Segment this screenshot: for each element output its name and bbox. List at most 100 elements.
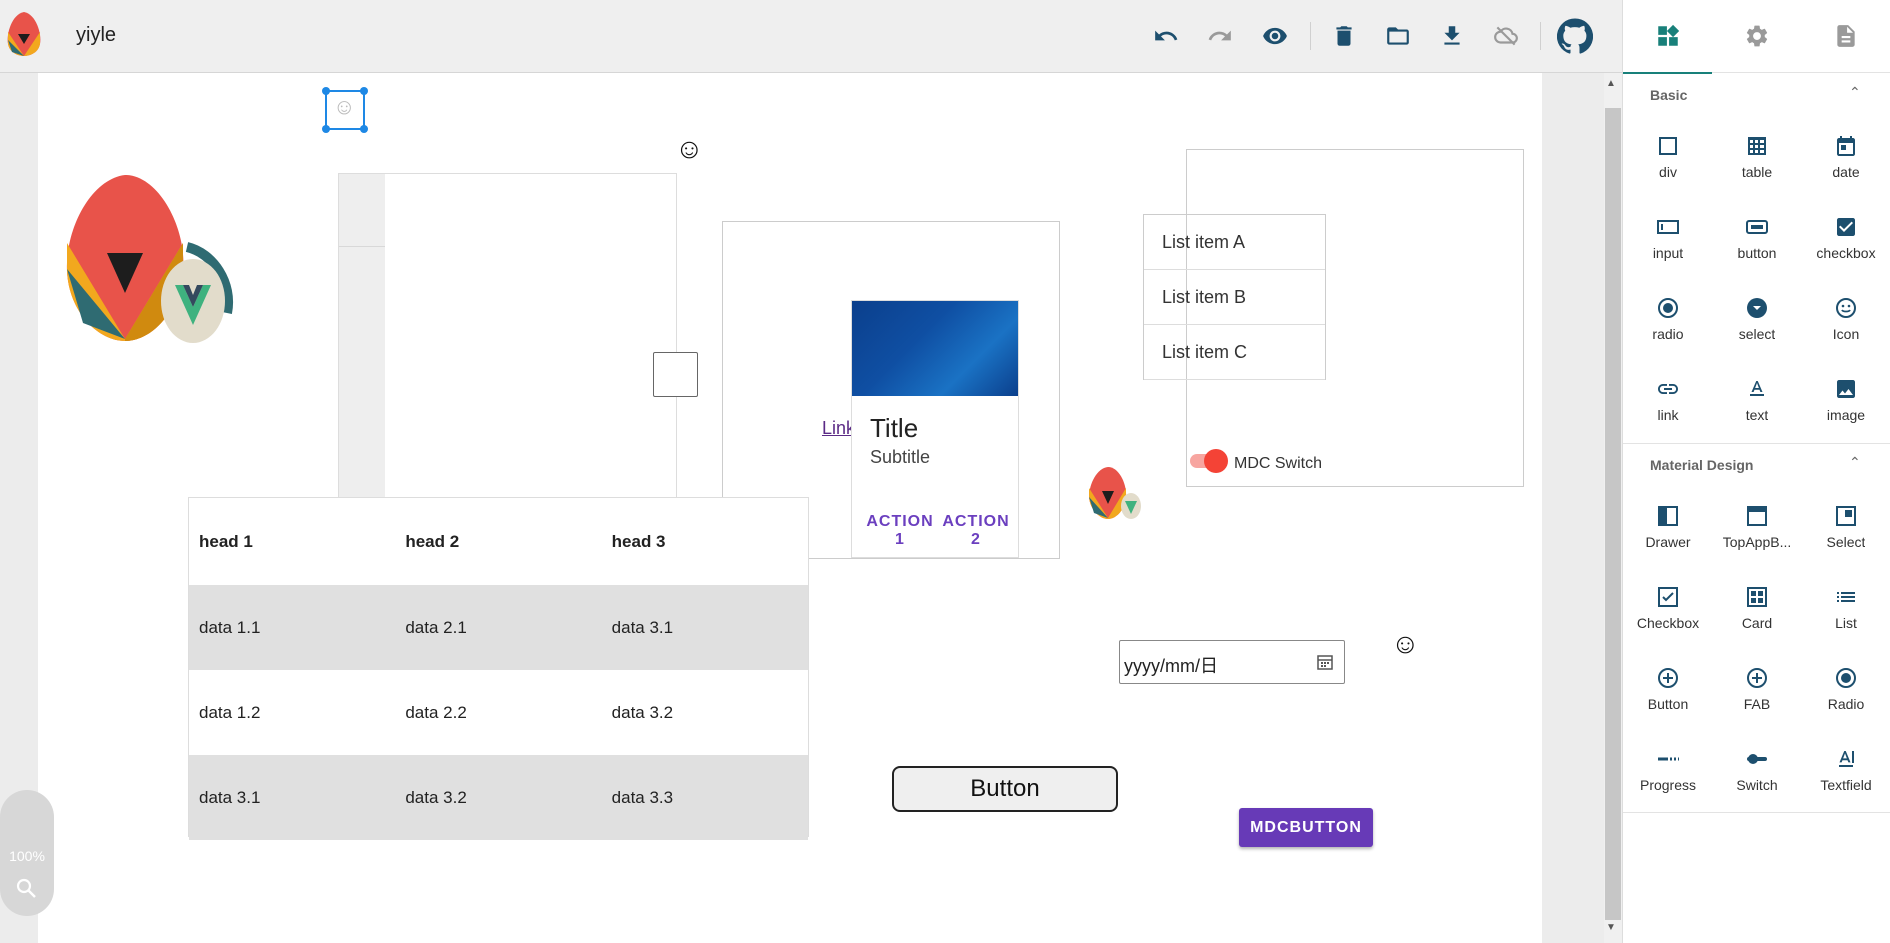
component-mdc-select[interactable]: Select	[1801, 504, 1890, 572]
download-icon[interactable]	[1438, 22, 1466, 50]
page-icon	[1836, 25, 1855, 47]
component-date[interactable]: date	[1801, 134, 1890, 202]
components-icon	[1657, 24, 1679, 46]
tab-page[interactable]	[1801, 0, 1890, 73]
component-textfield[interactable]: Textfield	[1801, 747, 1890, 815]
calendar-icon[interactable]	[1316, 653, 1334, 671]
table-cell: data 1.2	[199, 702, 261, 722]
tab-components[interactable]	[1623, 0, 1712, 74]
top-bar: yiyle	[0, 0, 1622, 73]
toolbar-divider	[1310, 22, 1311, 50]
app-title: yiyle	[76, 24, 117, 46]
resize-handle[interactable]	[360, 125, 368, 133]
card-media	[852, 301, 1018, 396]
component-radio[interactable]: radio	[1623, 296, 1713, 364]
collapse-icon[interactable]: ⌃	[1849, 84, 1861, 101]
small-logo-image[interactable]	[1088, 466, 1146, 520]
scrollbar-thumb[interactable]	[1605, 108, 1621, 920]
component-div[interactable]: div	[1623, 134, 1713, 202]
component-mdc-button[interactable]: Button	[1623, 666, 1713, 734]
button[interactable]: Button	[892, 766, 1118, 812]
component-text[interactable]: text	[1712, 377, 1802, 445]
zoom-level: 100%	[9, 848, 45, 864]
switch-thumb[interactable]	[1204, 449, 1228, 473]
undo-icon[interactable]	[1152, 22, 1180, 50]
data-table: head 1 head 2 head 3 data 1.1 data 2.1 d…	[188, 497, 809, 840]
table-header: head 2	[405, 531, 460, 551]
resize-handle[interactable]	[322, 87, 330, 95]
table-cell: data 2.1	[395, 585, 602, 670]
table-cell: data 3.3	[601, 755, 808, 840]
component-checkbox[interactable]: checkbox	[1801, 215, 1890, 283]
table-row: data 1.2 data 2.2 data 3.2	[189, 670, 808, 755]
settings-icon	[1746, 25, 1767, 47]
selected-element[interactable]: ☺	[322, 87, 368, 133]
redo-icon[interactable]	[1206, 22, 1234, 50]
component-fab[interactable]: FAB	[1712, 666, 1802, 734]
logo-image[interactable]	[63, 173, 243, 343]
smiley-icon[interactable]: ☺	[675, 133, 704, 165]
table-cell: data 3.2	[611, 702, 674, 722]
table-cell: data 2.2	[405, 702, 467, 722]
workspace: ☺ ☺ ☺ Link Title Subtitle ACTION 1 ACTIO…	[0, 73, 1622, 943]
app-logo	[4, 10, 44, 58]
table-header: head 3	[611, 531, 666, 551]
smiley-icon[interactable]: ☺	[1391, 628, 1420, 660]
component-drawer[interactable]: Drawer	[1623, 504, 1713, 572]
list-item[interactable]: List item B	[1144, 270, 1325, 325]
table-cell: data 3.1	[189, 755, 396, 840]
drawer-frame[interactable]	[338, 173, 677, 520]
component-table[interactable]: table	[1712, 134, 1802, 202]
date-input[interactable]: yyyy/mm/日	[1119, 640, 1345, 684]
collapse-icon[interactable]: ⌃	[1849, 454, 1861, 471]
card-action-2[interactable]: ACTION 2	[936, 513, 1016, 549]
component-mdc-radio[interactable]: Radio	[1801, 666, 1890, 734]
table-cell: data 1.1	[189, 585, 396, 670]
card-subtitle: Subtitle	[870, 447, 931, 467]
list-item[interactable]: List item C	[1144, 325, 1325, 380]
design-canvas[interactable]: ☺ ☺ ☺ Link Title Subtitle ACTION 1 ACTIO…	[38, 73, 1542, 943]
component-list[interactable]: List	[1801, 585, 1890, 653]
toolbar-divider	[1540, 22, 1541, 50]
card-title: Title	[870, 413, 919, 443]
resize-handle[interactable]	[360, 87, 368, 95]
table-row: data 3.1 data 3.2 data 3.3	[189, 755, 808, 840]
component-button[interactable]: button	[1712, 215, 1802, 283]
component-image[interactable]: image	[1801, 377, 1890, 445]
section-title-material: Material Design	[1650, 457, 1754, 473]
card-action-1[interactable]: ACTION 1	[860, 513, 940, 549]
component-topappbar[interactable]: TopAppB...	[1712, 504, 1802, 572]
cloud-off-icon[interactable]	[1492, 22, 1520, 50]
delete-icon[interactable]	[1330, 22, 1358, 50]
component-switch[interactable]: Switch	[1712, 747, 1802, 815]
component-select[interactable]: select	[1712, 296, 1802, 364]
component-icon[interactable]: Icon	[1801, 296, 1890, 364]
tab-settings[interactable]	[1712, 0, 1801, 73]
table-cell: data 3.2	[395, 755, 602, 840]
zoom-control: 100%	[0, 790, 54, 916]
component-card[interactable]: Card	[1712, 585, 1802, 653]
zoom-icon[interactable]	[14, 876, 38, 900]
mdc-button[interactable]: MDCBUTTON	[1239, 808, 1373, 847]
checkbox[interactable]	[653, 352, 698, 397]
smiley-icon: ☺	[333, 94, 356, 119]
scroll-up-icon[interactable]: ▲	[1606, 78, 1616, 89]
side-panel: Basic ⌃ div table date input button chec…	[1622, 0, 1890, 943]
component-progress[interactable]: Progress	[1623, 747, 1713, 815]
table-header: head 1	[199, 531, 253, 551]
table-row: data 1.1 data 2.1 data 3.1	[189, 585, 808, 670]
component-input[interactable]: input	[1623, 215, 1713, 283]
component-mdc-checkbox[interactable]: Checkbox	[1623, 585, 1713, 653]
scroll-down-icon[interactable]: ▼	[1606, 922, 1616, 933]
resize-handle[interactable]	[322, 125, 330, 133]
card[interactable]: Title Subtitle ACTION 1 ACTION 2	[851, 300, 1019, 558]
folder-icon[interactable]	[1384, 22, 1412, 50]
component-link[interactable]: link	[1623, 377, 1713, 445]
list-item[interactable]: List item A	[1144, 215, 1325, 270]
github-icon[interactable]	[1556, 17, 1594, 55]
switch-label: MDC Switch	[1234, 455, 1323, 472]
mdc-switch[interactable]	[1190, 449, 1228, 473]
table-cell: data 3.1	[601, 585, 808, 670]
divider	[339, 246, 385, 247]
preview-icon[interactable]	[1261, 22, 1289, 50]
